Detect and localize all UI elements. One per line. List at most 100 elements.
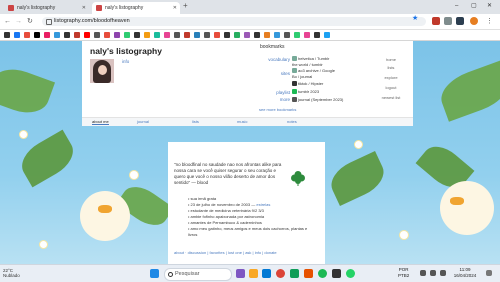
bookmark-icon[interactable]: [234, 32, 240, 38]
bookmark-category-label[interactable]: sites: [254, 71, 290, 76]
bookmark-icon[interactable]: [184, 32, 190, 38]
edge-icon[interactable]: [262, 269, 271, 278]
bookmark-icon[interactable]: [44, 32, 50, 38]
tab-about-me[interactable]: about me: [92, 119, 109, 125]
bookmark-star-icon[interactable]: ★: [412, 14, 418, 22]
bookmark-icon[interactable]: [194, 32, 200, 38]
file-explorer-icon[interactable]: [249, 269, 258, 278]
reload-icon[interactable]: ↻: [27, 16, 33, 27]
footer-link[interactable]: ask: [245, 250, 251, 255]
bookmark-icon[interactable]: [94, 32, 100, 38]
taskbar-search[interactable]: Pesquisar: [164, 268, 232, 281]
bookmark-icon[interactable]: [134, 32, 140, 38]
footer-link[interactable]: about · discussion: [174, 250, 206, 255]
close-tab-icon[interactable]: ✕: [173, 2, 177, 14]
bookmark-category-label[interactable]: more: [254, 97, 290, 102]
bookmark-icon[interactable]: [124, 32, 130, 38]
whatsapp-icon[interactable]: [346, 269, 355, 278]
volume-icon[interactable]: [430, 270, 436, 276]
bookmark-icon[interactable]: [114, 32, 120, 38]
extension-icon[interactable]: [432, 17, 440, 25]
tab-1[interactable]: naly's listography ✕: [4, 2, 89, 14]
extension-icon[interactable]: [444, 17, 452, 25]
bookmark-entry[interactable]: helvetica / Tumblr: [292, 56, 329, 62]
back-icon[interactable]: ←: [4, 16, 11, 27]
bookmark-icon[interactable]: [84, 32, 90, 38]
puzzle-icon[interactable]: [456, 17, 464, 25]
bookmark-icon[interactable]: [164, 32, 170, 38]
bookmark-icon[interactable]: [154, 32, 160, 38]
battery-icon[interactable]: [440, 270, 446, 276]
language-indicator[interactable]: POR PTB2: [398, 267, 409, 279]
bookmark-icon[interactable]: [294, 32, 300, 38]
bookmark-icon[interactable]: [174, 32, 180, 38]
menu-kebab-icon[interactable]: ⋮: [486, 16, 493, 27]
nav-newest-list[interactable]: newest list: [372, 95, 410, 100]
bookmark-icon[interactable]: [214, 32, 220, 38]
bookmark-icon[interactable]: [14, 32, 20, 38]
nav-logout[interactable]: logout: [372, 85, 410, 90]
profile-info-link[interactable]: info: [122, 59, 129, 64]
bookmark-icon[interactable]: [64, 32, 70, 38]
tab-2[interactable]: naly's listography ✕: [92, 2, 180, 14]
footer-link[interactable]: favorites: [210, 250, 225, 255]
wifi-icon[interactable]: [420, 270, 426, 276]
bookmark-entry[interactable]: tiktok / Hipster: [292, 81, 323, 87]
minimize-button[interactable]: –: [455, 0, 458, 12]
bookmark-entry[interactable]: journal (September 2023): [292, 97, 343, 103]
forward-icon[interactable]: →: [15, 16, 22, 27]
bookmark-icon[interactable]: [4, 32, 10, 38]
bookmark-icon[interactable]: [244, 32, 250, 38]
tab-music[interactable]: music: [237, 119, 247, 124]
app-icon[interactable]: [290, 269, 299, 278]
maximize-button[interactable]: ▢: [471, 0, 477, 12]
bookmark-icon[interactable]: [104, 32, 110, 38]
app-icon[interactable]: [304, 269, 313, 278]
bookmark-icon[interactable]: [254, 32, 260, 38]
bookmark-category-label[interactable]: playlist: [254, 90, 290, 95]
tab-journal[interactable]: journal: [137, 119, 149, 124]
bookmark-icon[interactable]: [284, 32, 290, 38]
spotify-icon[interactable]: [318, 269, 327, 278]
nav-lists[interactable]: lists: [372, 65, 410, 70]
task-view-icon[interactable]: [236, 269, 245, 278]
bookmark-icon[interactable]: [274, 32, 280, 38]
weather-widget[interactable]: 22°C Nublado: [3, 268, 20, 278]
bookmark-entry[interactable]: tumblr 2023: [292, 89, 319, 95]
close-window-button[interactable]: ✕: [487, 0, 492, 12]
bookmark-icon[interactable]: [34, 32, 40, 38]
tab-lists[interactable]: lists: [192, 119, 199, 124]
nav-home[interactable]: home: [372, 57, 410, 62]
bookmark-icon[interactable]: [24, 32, 30, 38]
avatar[interactable]: [90, 59, 114, 83]
bookmark-icon[interactable]: [264, 32, 270, 38]
app-icon[interactable]: [332, 269, 341, 278]
url-field[interactable]: listography.com/bloodofheaven: [42, 17, 426, 26]
tab-notes[interactable]: notes: [287, 119, 297, 124]
bookmark-icon[interactable]: [54, 32, 60, 38]
bookmark-icon[interactable]: [144, 32, 150, 38]
bookmark-icon[interactable]: [324, 32, 330, 38]
bookmark-entry[interactable]: ao3 archive / Google: [292, 68, 335, 74]
list-item-link[interactable]: estrelas: [256, 202, 270, 207]
footer-link[interactable]: info: [255, 250, 261, 255]
footer-link[interactable]: lost one: [228, 250, 242, 255]
new-tab-icon[interactable]: +: [183, 1, 188, 10]
more-bookmarks-link[interactable]: see more bookmarks: [259, 107, 296, 112]
bookmark-entry[interactable]: Bo / journal: [292, 74, 312, 79]
chrome-icon[interactable]: [276, 269, 285, 278]
clock[interactable]: 11:09 16/04/2024: [452, 267, 478, 279]
close-tab-icon[interactable]: ✕: [82, 2, 86, 14]
bookmark-category-label[interactable]: vocabulary: [254, 57, 290, 62]
profile-avatar-icon[interactable]: [470, 17, 478, 25]
bookmark-icon[interactable]: [304, 32, 310, 38]
bookmark-icon[interactable]: [74, 32, 80, 38]
notifications-icon[interactable]: [486, 270, 492, 276]
nav-explore[interactable]: explore: [372, 75, 410, 80]
footer-link[interactable]: donate: [264, 250, 276, 255]
start-icon[interactable]: [150, 269, 159, 278]
bookmark-entry[interactable]: the world / tumblr: [292, 62, 323, 67]
bookmark-icon[interactable]: [314, 32, 320, 38]
bookmark-icon[interactable]: [224, 32, 230, 38]
bookmark-icon[interactable]: [204, 32, 210, 38]
